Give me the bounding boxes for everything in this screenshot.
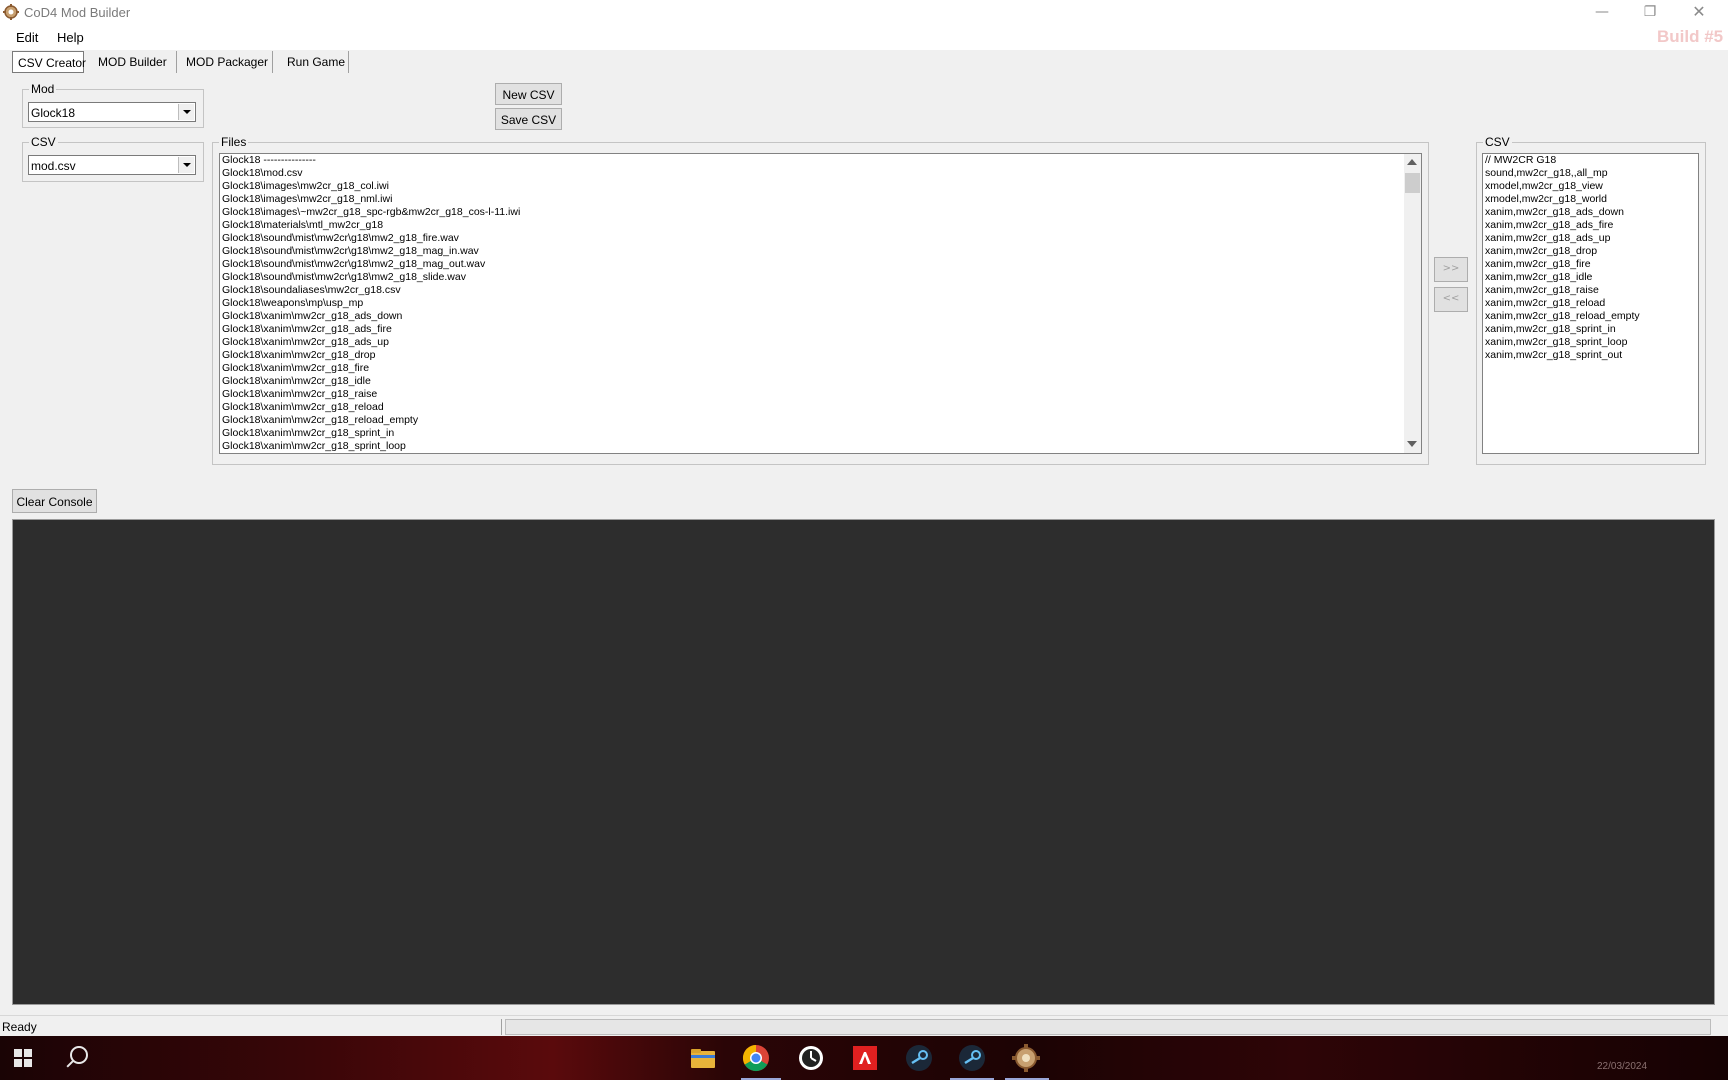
csv-list-item[interactable]: xanim,mw2cr_g18_sprint_out: [1483, 349, 1698, 362]
file-list-item[interactable]: Glock18\xanim\mw2cr_g18_fire: [220, 362, 1404, 375]
file-explorer-icon[interactable]: [688, 1043, 718, 1073]
chevron-down-icon: [183, 163, 191, 167]
file-list-item[interactable]: Glock18\xanim\mw2cr_g18_sprint_loop: [220, 440, 1404, 453]
file-list-item[interactable]: Glock18\xanim\mw2cr_g18_drop: [220, 349, 1404, 362]
save-csv-button[interactable]: Save CSV: [495, 108, 562, 130]
clock-app-icon[interactable]: [796, 1043, 826, 1073]
remove-from-csv-button[interactable]: <<: [1434, 287, 1468, 312]
files-list[interactable]: Glock18 --------------- Glock18\mod.csv Gl…: [219, 153, 1422, 454]
tab-mod-builder[interactable]: MOD Builder: [90, 51, 177, 73]
csv-list-item[interactable]: xanim,mw2cr_g18_ads_fire: [1483, 219, 1698, 232]
file-list-item[interactable]: Glock18\xanim\mw2cr_g18_raise: [220, 388, 1404, 401]
file-list-item[interactable]: Glock18\weapons\mp\usp_mp: [220, 297, 1404, 310]
console-output[interactable]: [12, 519, 1715, 1005]
tab-csv-creator[interactable]: CSV Creator: [12, 51, 86, 73]
file-list-item[interactable]: Glock18\xanim\mw2cr_g18_reload_empty: [220, 414, 1404, 427]
title-bar: CoD4 Mod Builder — ❐ ✕: [0, 0, 1728, 26]
file-list-item[interactable]: Glock18\xanim\mw2cr_g18_reload: [220, 401, 1404, 414]
csv-content-list[interactable]: // MW2CR G18 sound,mw2cr_g18,,all_mp xmode…: [1482, 153, 1699, 454]
file-list-item[interactable]: Glock18\images\~mw2cr_g18_spc-rgb&mw2cr_…: [220, 206, 1404, 219]
maximize-button[interactable]: ❐: [1627, 0, 1673, 26]
file-list-item[interactable]: Glock18\xanim\mw2cr_g18_ads_fire: [220, 323, 1404, 336]
mod-select[interactable]: Glock18: [28, 102, 196, 122]
file-list-item[interactable]: Glock18\materials\mtl_mw2cr_g18: [220, 219, 1404, 232]
menu-edit[interactable]: Edit: [16, 30, 38, 45]
files-rows: Glock18 --------------- Glock18\mod.csv Gl…: [220, 154, 1421, 453]
file-list-item[interactable]: Glock18\xanim\mw2cr_g18_idle: [220, 375, 1404, 388]
progress-bar: [505, 1019, 1711, 1035]
file-list-item[interactable]: Glock18\sound\mist\mw2cr\g18\mw2_g18_fir…: [220, 232, 1404, 245]
file-list-item[interactable]: Glock18\soundaliases\mw2cr_g18.csv: [220, 284, 1404, 297]
csv-list-item[interactable]: xanim,mw2cr_g18_reload_empty: [1483, 310, 1698, 323]
csv-list-item[interactable]: xanim,mw2cr_g18_raise: [1483, 284, 1698, 297]
file-list-item[interactable]: Glock18\images\mw2cr_g18_nml.iwi: [220, 193, 1404, 206]
csv-rows: // MW2CR G18 sound,mw2cr_g18,,all_mp xmode…: [1483, 154, 1698, 362]
status-bar: Ready: [0, 1015, 1728, 1036]
close-button[interactable]: ✕: [1676, 0, 1722, 26]
csv-select[interactable]: mod.csv: [28, 155, 196, 175]
taskbar: 22/03/2024: [0, 1036, 1728, 1080]
add-to-csv-button[interactable]: >>: [1434, 257, 1468, 282]
csv-list-item[interactable]: xanim,mw2cr_g18_ads_up: [1483, 232, 1698, 245]
csv-content-legend: CSV: [1485, 135, 1510, 149]
csv-list-item[interactable]: xanim,mw2cr_g18_idle: [1483, 271, 1698, 284]
file-list-item[interactable]: Glock18\xanim\mw2cr_g18_ads_up: [220, 336, 1404, 349]
new-csv-button[interactable]: New CSV: [495, 83, 562, 105]
menu-help[interactable]: Help: [57, 30, 84, 45]
file-list-item[interactable]: Glock18\xanim\mw2cr_g18_ads_down: [220, 310, 1404, 323]
status-text: Ready: [2, 1020, 37, 1034]
scroll-down-icon[interactable]: [1407, 441, 1417, 447]
chevron-down-icon: [183, 110, 191, 114]
files-scrollbar[interactable]: [1404, 154, 1421, 453]
file-list-item[interactable]: Glock18\sound\mist\mw2cr\g18\mw2_g18_mag…: [220, 245, 1404, 258]
clear-console-button[interactable]: Clear Console: [12, 489, 97, 513]
status-separator: [501, 1019, 502, 1035]
tab-mod-packager[interactable]: MOD Packager: [177, 51, 273, 73]
csv-list-item[interactable]: xanim,mw2cr_g18_ads_down: [1483, 206, 1698, 219]
menu-bar: Edit Help Build #5: [0, 26, 1728, 50]
csv-list-item[interactable]: // MW2CR G18: [1483, 154, 1698, 167]
file-list-item[interactable]: Glock18\sound\mist\mw2cr\g18\mw2_g18_sli…: [220, 271, 1404, 284]
mod-builder-icon[interactable]: [1011, 1043, 1041, 1073]
csv-list-item[interactable]: xanim,mw2cr_g18_reload: [1483, 297, 1698, 310]
file-list-item[interactable]: Glock18\mod.csv: [220, 167, 1404, 180]
mod-group-legend: Mod: [31, 82, 55, 96]
csv-list-item[interactable]: xanim,mw2cr_g18_sprint_loop: [1483, 336, 1698, 349]
file-list-item[interactable]: Glock18\images\mw2cr_g18_col.iwi: [220, 180, 1404, 193]
file-list-item[interactable]: Glock18 ---------------: [220, 154, 1404, 167]
minimize-button[interactable]: —: [1579, 0, 1625, 26]
file-list-item[interactable]: Glock18\sound\mist\mw2cr\g18\mw2_g18_mag…: [220, 258, 1404, 271]
files-group-legend: Files: [221, 135, 247, 149]
tab-run-game[interactable]: Run Game: [273, 51, 349, 73]
mod-select-dropdown-button[interactable]: [178, 104, 194, 120]
scroll-thumb[interactable]: [1405, 173, 1420, 193]
window-title: CoD4 Mod Builder: [24, 5, 131, 20]
csv-select-value: mod.csv: [31, 159, 76, 173]
csv-group-legend: CSV: [31, 135, 56, 149]
scroll-up-icon[interactable]: [1407, 159, 1417, 165]
csv-list-item[interactable]: xmodel,mw2cr_g18_world: [1483, 193, 1698, 206]
gear-icon: [3, 4, 19, 20]
csv-list-item[interactable]: xanim,mw2cr_g18_fire: [1483, 258, 1698, 271]
csv-list-item[interactable]: xmodel,mw2cr_g18_view: [1483, 180, 1698, 193]
file-list-item[interactable]: Glock18\xanim\mw2cr_g18_sprint_in: [220, 427, 1404, 440]
build-label: Build #5: [1657, 27, 1724, 46]
windows-start-icon[interactable]: [14, 1049, 32, 1067]
csv-list-item[interactable]: sound,mw2cr_g18,,all_mp: [1483, 167, 1698, 180]
csv-select-dropdown-button[interactable]: [178, 157, 194, 173]
amd-software-icon[interactable]: [850, 1043, 880, 1073]
csv-list-item[interactable]: xanim,mw2cr_g18_sprint_in: [1483, 323, 1698, 336]
mod-select-value: Glock18: [31, 106, 76, 120]
search-icon-handle: [66, 1060, 74, 1068]
steam-icon[interactable]: [957, 1043, 987, 1073]
taskbar-clock[interactable]: 22/03/2024: [1597, 1061, 1647, 1072]
steam-icon[interactable]: [904, 1043, 934, 1073]
chrome-icon[interactable]: [741, 1043, 771, 1073]
csv-list-item[interactable]: xanim,mw2cr_g18_drop: [1483, 245, 1698, 258]
